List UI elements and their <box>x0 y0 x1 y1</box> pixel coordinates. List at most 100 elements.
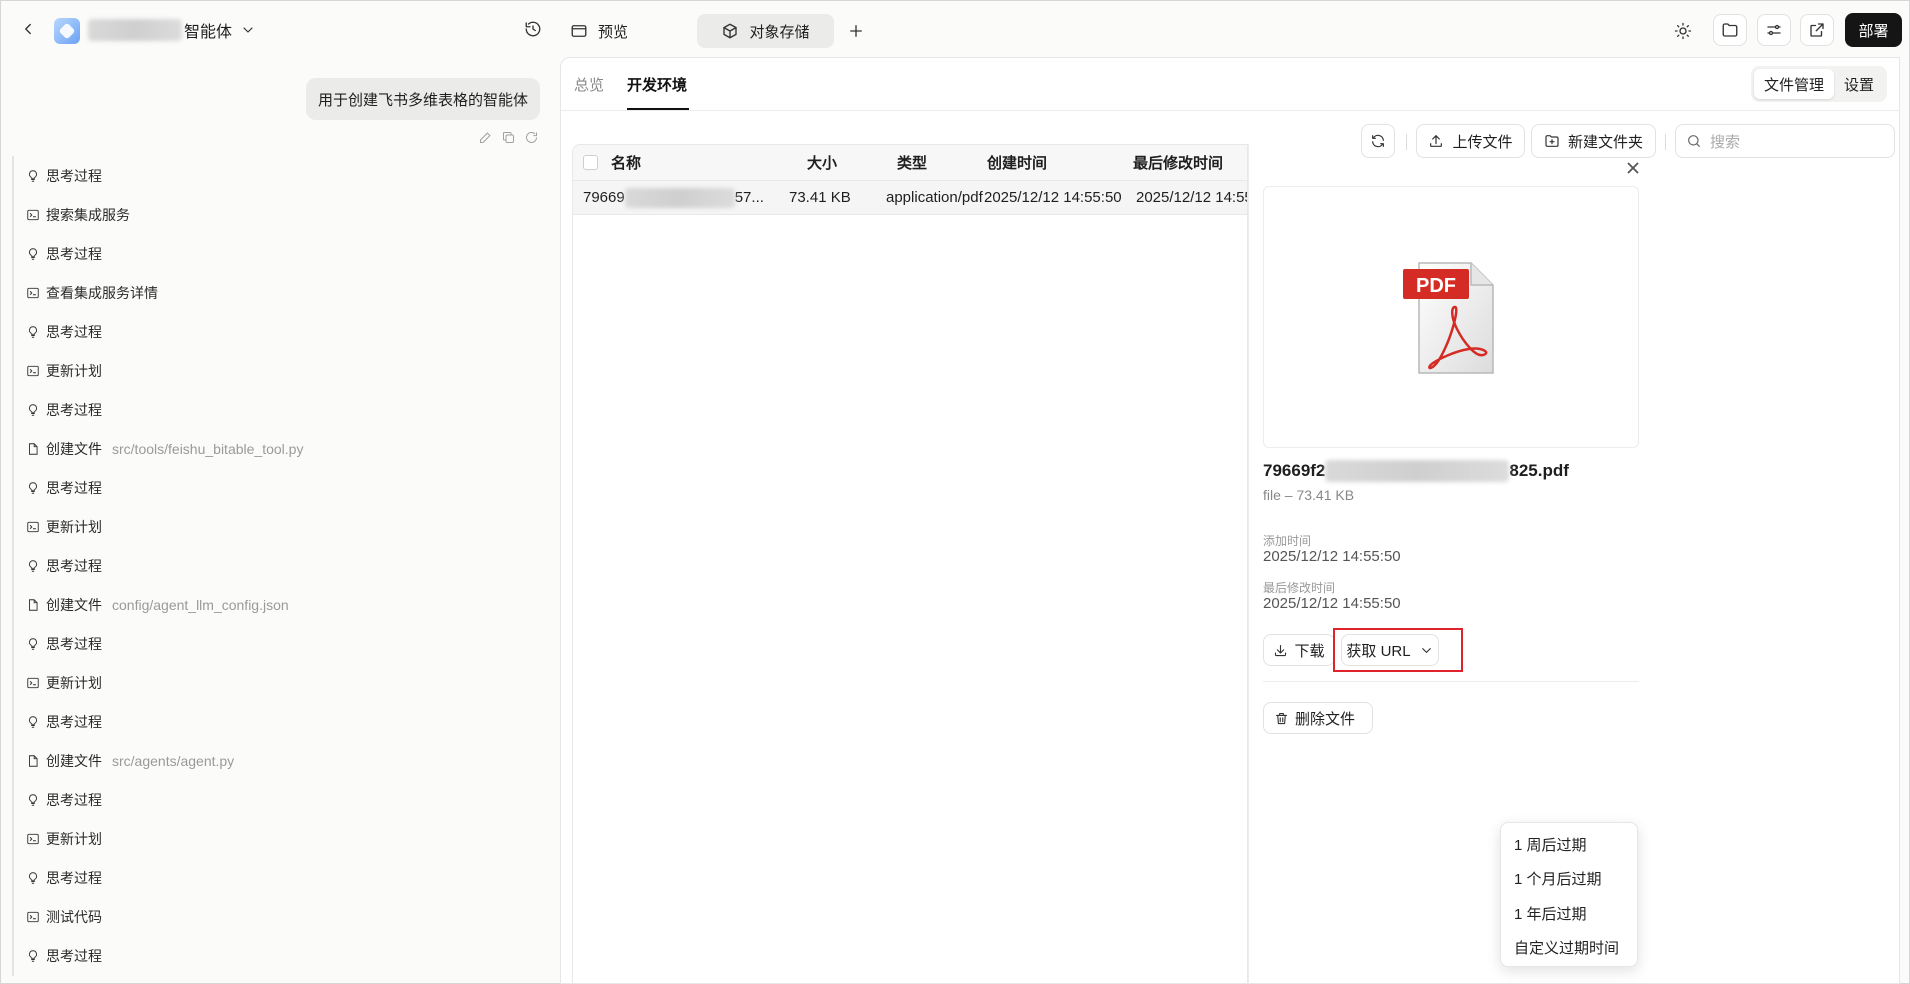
settings-tab[interactable]: 设置 <box>1834 69 1884 99</box>
download-button[interactable]: 下载 <box>1263 634 1335 666</box>
pdf-file-icon: PDF <box>1403 262 1494 374</box>
history-button[interactable] <box>520 16 546 42</box>
step-label: 思考过程 <box>46 401 102 418</box>
chat-step[interactable]: 思考过程 <box>12 234 552 274</box>
theme-toggle[interactable] <box>1668 16 1698 46</box>
chat-step[interactable]: 思考过程 <box>12 702 552 742</box>
subtab-dev-env[interactable]: 开发环境 <box>627 74 687 95</box>
trash-icon <box>1275 712 1288 724</box>
table-row[interactable]: 79669 57... 73.41 KB application/pdf 202… <box>573 181 1247 215</box>
copy-icon[interactable] <box>501 130 516 145</box>
open-external-button[interactable] <box>1800 14 1834 46</box>
chat-step[interactable]: 更新计划 <box>12 663 552 703</box>
step-label: 思考过程 <box>46 948 102 965</box>
chat-step[interactable]: 思考过程 <box>12 624 552 664</box>
chat-step[interactable]: 查看集成服务详情 <box>12 273 552 313</box>
table-header: 名称 大小 类型 创建时间 最后修改时间 <box>573 145 1247 181</box>
bulb-icon <box>29 794 37 806</box>
terminal-icon <box>27 521 39 533</box>
chat-step[interactable]: 更新计划 <box>12 819 552 859</box>
chevron-down-icon <box>243 27 253 33</box>
chat-step[interactable]: 思考过程 <box>12 858 552 898</box>
chat-step[interactable]: 更新计划 <box>12 351 552 391</box>
deploy-button[interactable]: 部署 <box>1845 13 1902 47</box>
bulb-icon <box>29 950 37 963</box>
col-name[interactable]: 名称 <box>611 145 641 180</box>
step-label: 思考过程 <box>46 870 102 887</box>
subtab-bar: 总览 开发环境 文件管理 设置 <box>561 58 1899 111</box>
step-label: 查看集成服务详情 <box>46 284 158 301</box>
chat-step[interactable]: 搜索集成服务 <box>12 195 552 235</box>
user-message: 用于创建飞书多维表格的智能体 <box>306 78 541 120</box>
added-time-value: 2025/12/12 14:55:50 <box>1263 548 1401 565</box>
highlight-box <box>1333 628 1463 672</box>
chat-step[interactable]: 思考过程 <box>12 936 552 976</box>
external-link-icon <box>1810 23 1824 37</box>
modified-time-value: 2025/12/12 14:55:50 <box>1263 595 1401 612</box>
chat-step[interactable]: 思考过程 <box>12 312 552 352</box>
chat-step[interactable]: 思考过程 <box>12 546 552 586</box>
close-icon <box>1627 162 1639 174</box>
step-label: 创建文件 <box>46 753 102 770</box>
step-label: 更新计划 <box>46 518 102 535</box>
col-modified[interactable]: 最后修改时间 <box>1133 145 1223 180</box>
chat-step[interactable]: 创建文件 src/tools/feishu_bitable_tool.py <box>12 429 552 469</box>
menu-item-1-week[interactable]: 1 周后过期 <box>1501 827 1637 862</box>
chat-step[interactable]: 思考过程 <box>12 390 552 430</box>
file-management-tab[interactable]: 文件管理 <box>1754 69 1835 99</box>
chat-step[interactable]: 测试代码 <box>12 897 552 937</box>
settings-sliders-button[interactable] <box>1757 14 1791 46</box>
chat-step[interactable]: 创建文件 config/agent_llm_config.json <box>12 585 552 625</box>
add-tab-button[interactable] <box>843 18 869 44</box>
select-all-checkbox[interactable] <box>583 155 598 170</box>
close-detail-button[interactable] <box>1621 156 1645 180</box>
menu-item-1-month[interactable]: 1 个月后过期 <box>1501 862 1637 897</box>
menu-item-1-year[interactable]: 1 年后过期 <box>1501 896 1637 931</box>
folder-button[interactable] <box>1713 14 1747 46</box>
chat-step[interactable]: 更新计划 <box>12 507 552 547</box>
active-tab-indicator <box>627 108 689 110</box>
menu-item-custom[interactable]: 自定义过期时间 <box>1501 931 1637 966</box>
tab-object-storage[interactable]: 对象存储 <box>697 14 834 48</box>
bulb-icon <box>29 638 37 650</box>
retry-icon[interactable] <box>524 130 539 145</box>
col-created[interactable]: 创建时间 <box>987 145 1047 180</box>
step-label: 思考过程 <box>46 245 102 262</box>
step-label: 思考过程 <box>46 636 102 653</box>
cell-created: 2025/12/12 14:55:50 <box>984 189 1122 206</box>
step-label: 创建文件 <box>46 597 102 614</box>
terminal-icon <box>27 834 39 845</box>
chat-step[interactable]: 思考过程 <box>12 468 552 508</box>
edit-icon[interactable] <box>478 130 493 145</box>
col-size[interactable]: 大小 <box>807 145 837 180</box>
delete-file-button[interactable]: 删除文件 <box>1263 702 1373 734</box>
step-label: 思考过程 <box>46 557 102 574</box>
file-preview: PDF <box>1263 186 1639 448</box>
agent-selector[interactable]: 智能体 <box>88 17 256 43</box>
tab-preview[interactable]: 预览 <box>556 14 642 48</box>
modified-time-label: 最后修改时间 <box>1263 581 1336 595</box>
step-label: 更新计划 <box>46 362 102 379</box>
delete-label: 删除文件 <box>1295 710 1356 728</box>
chat-step[interactable]: 思考过程 <box>12 780 552 820</box>
file-icon <box>29 443 38 455</box>
file-meta: file – 73.41 KB <box>1263 487 1355 503</box>
back-button[interactable] <box>14 14 42 44</box>
chat-step[interactable]: 思考过程 <box>12 156 552 196</box>
chat-step[interactable]: 创建文件 src/agents/agent.py <box>12 741 552 781</box>
app-logo <box>54 18 80 44</box>
step-label: 思考过程 <box>46 479 102 496</box>
divider <box>1263 681 1639 682</box>
bulb-icon <box>29 560 37 572</box>
step-label: 创建文件 <box>46 440 102 457</box>
redacted-name <box>88 19 182 41</box>
browser-icon <box>571 25 587 37</box>
subtab-overview[interactable]: 总览 <box>574 74 604 95</box>
step-label: 搜索集成服务 <box>46 206 130 223</box>
step-label: 更新计划 <box>46 675 102 692</box>
file-name-end: 825.pdf <box>1509 461 1569 480</box>
step-label: 思考过程 <box>46 167 102 184</box>
terminal-icon <box>27 287 39 298</box>
col-type[interactable]: 类型 <box>897 145 927 180</box>
folder-icon <box>1722 23 1738 37</box>
